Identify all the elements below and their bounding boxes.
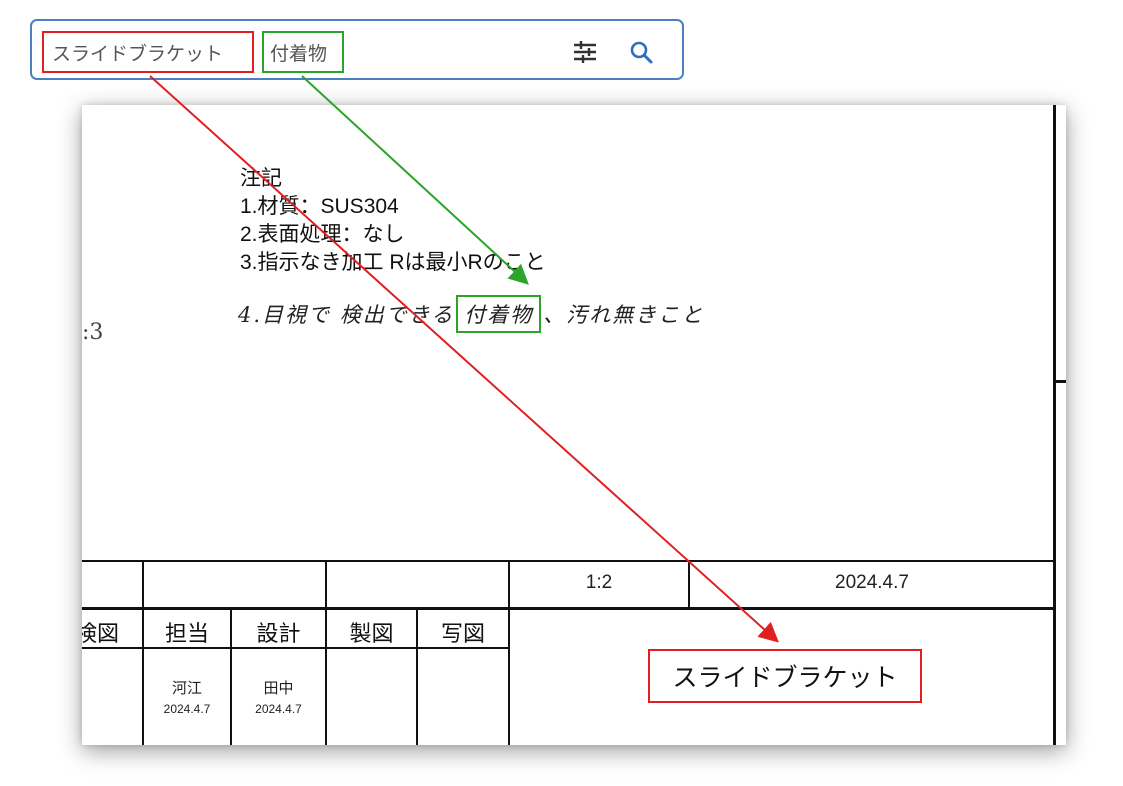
tb-line	[325, 560, 327, 745]
search-icon[interactable]	[626, 37, 656, 67]
notes-line-3: 3.指示なき加工 Rは最小Rのこと	[240, 251, 546, 274]
header-kenzu: 検図	[82, 622, 119, 647]
margin	[1056, 105, 1066, 745]
search-chip-part-name[interactable]: スライドブラケット	[42, 31, 254, 73]
header-seizu: 製図	[349, 622, 394, 647]
drawing-sheet: :3 注記 1.材質：SUS304 2.表面処理：なし 3.指示なき加工 Rは最…	[82, 105, 1066, 745]
header-tanto: 担当	[164, 622, 209, 647]
notes-heading: 注記	[240, 167, 282, 190]
handwritten-note: 4.目視で 検出できる 付着物 、汚れ無きこと	[238, 295, 704, 333]
filter-icon[interactable]	[570, 37, 600, 67]
handwritten-prefix: 4.目視で 検出できる	[238, 303, 455, 327]
tanto-date: 2024.4.7	[163, 702, 211, 716]
notes-block: 注記 1.材質：SUS304 2.表面処理：なし 3.指示なき加工 Rは最小Rの…	[240, 165, 546, 277]
search-chip-keyword[interactable]: 付着物	[262, 31, 344, 73]
date-value: 2024.4.7	[835, 572, 909, 593]
border-tick	[1056, 380, 1066, 383]
tanto-name: 河江	[171, 680, 202, 697]
tb-line	[142, 560, 144, 745]
header-sekkei: 設計	[256, 622, 301, 647]
header-shazu: 写図	[440, 622, 485, 647]
handwritten-suffix: 、汚れ無きこと	[543, 303, 705, 327]
partial-text: :3	[82, 320, 104, 345]
part-title-highlight: スライドブラケット	[648, 649, 922, 703]
notes-line-1: 1.材質：SUS304	[240, 195, 399, 218]
keyword-highlight: 付着物	[456, 295, 542, 333]
tb-line	[82, 560, 1054, 562]
sekkei-name: 田中	[263, 680, 294, 697]
scale-value: 1:2	[585, 572, 613, 593]
title-block: 1:2 2024.4.7 検図 担当 設計 製図 写図 河江 2024.4.7 …	[82, 560, 1054, 745]
tb-line	[82, 607, 1054, 610]
sekkei-date: 2024.4.7	[255, 702, 302, 716]
search-bar[interactable]: スライドブラケット 付着物	[30, 19, 684, 80]
notes-line-2: 2.表面処理：なし	[240, 223, 405, 246]
